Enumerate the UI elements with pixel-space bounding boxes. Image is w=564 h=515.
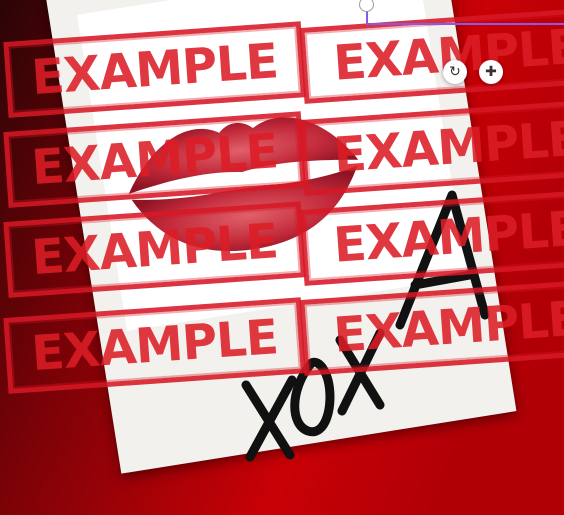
selection-frame[interactable] xyxy=(366,0,564,25)
design-canvas[interactable]: EXAMPLE EXAMPLE EXAMPLE EXAMPLE EXAMPLE … xyxy=(0,0,564,515)
rotate-icon[interactable]: ↻ xyxy=(443,60,467,84)
move-icon[interactable]: ✚ xyxy=(479,60,503,84)
